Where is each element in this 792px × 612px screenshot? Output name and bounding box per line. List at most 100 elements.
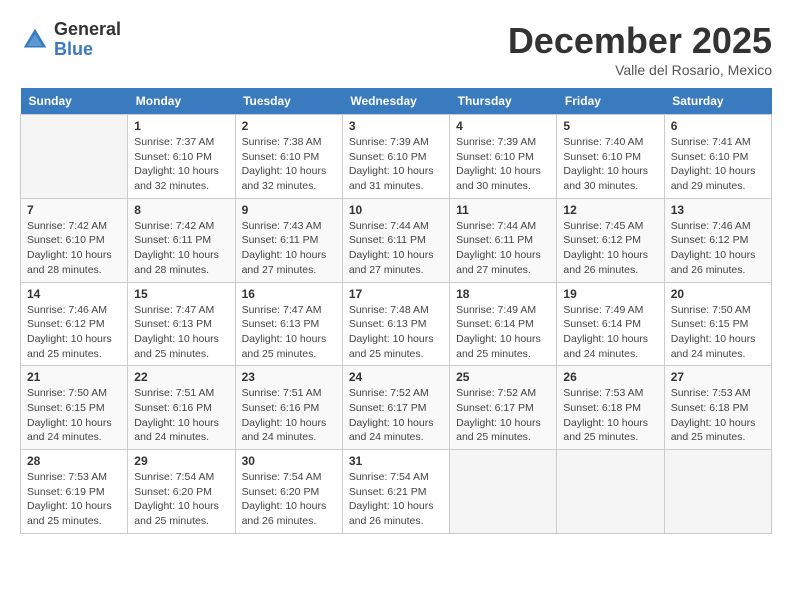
day-info: Sunrise: 7:39 AM Sunset: 6:10 PM Dayligh… [349,135,443,194]
calendar-week-row: 21 Sunrise: 7:50 AM Sunset: 6:15 PM Dayli… [21,366,772,450]
day-info: Sunrise: 7:44 AM Sunset: 6:11 PM Dayligh… [456,219,550,278]
day-info: Sunrise: 7:46 AM Sunset: 6:12 PM Dayligh… [671,219,765,278]
day-number: 1 [134,119,228,133]
calendar-cell: 1 Sunrise: 7:37 AM Sunset: 6:10 PM Daylig… [128,115,235,199]
calendar-cell: 14 Sunrise: 7:46 AM Sunset: 6:12 PM Dayli… [21,282,128,366]
calendar-cell: 28Sunrise: 7:53 AM Sunset: 6:19 PM Dayli… [21,450,128,534]
calendar-cell: 18 Sunrise: 7:49 AM Sunset: 6:14 PM Dayli… [450,282,557,366]
location: Valle del Rosario, Mexico [508,62,772,78]
col-header-saturday: Saturday [664,88,771,115]
day-number: 29 [134,454,228,468]
logo-icon [20,25,50,55]
calendar-cell: 3 Sunrise: 7:39 AM Sunset: 6:10 PM Daylig… [342,115,449,199]
calendar-cell: 2 Sunrise: 7:38 AM Sunset: 6:10 PM Daylig… [235,115,342,199]
day-info: Sunrise: 7:46 AM Sunset: 6:12 PM Dayligh… [27,303,121,362]
day-info: Sunrise: 7:51 AM Sunset: 6:16 PM Dayligh… [134,386,228,445]
day-number: 4 [456,119,550,133]
day-info: Sunrise: 7:53 AM Sunset: 6:18 PM Dayligh… [671,386,765,445]
day-number: 9 [242,203,336,217]
day-info: Sunrise: 7:37 AM Sunset: 6:10 PM Dayligh… [134,135,228,194]
calendar-cell: 20 Sunrise: 7:50 AM Sunset: 6:15 PM Dayli… [664,282,771,366]
day-number: 21 [27,370,121,384]
calendar-week-row: 7Sunrise: 7:42 AM Sunset: 6:10 PM Daylig… [21,198,772,282]
logo-blue: Blue [54,40,121,60]
calendar-cell [557,450,664,534]
day-info: Sunrise: 7:50 AM Sunset: 6:15 PM Dayligh… [27,386,121,445]
page-header: General Blue December 2025 Valle del Ros… [20,20,772,78]
col-header-tuesday: Tuesday [235,88,342,115]
day-info: Sunrise: 7:50 AM Sunset: 6:15 PM Dayligh… [671,303,765,362]
logo-general: General [54,20,121,40]
day-number: 17 [349,287,443,301]
calendar: SundayMondayTuesdayWednesdayThursdayFrid… [20,88,772,534]
title-area: December 2025 Valle del Rosario, Mexico [508,20,772,78]
day-info: Sunrise: 7:52 AM Sunset: 6:17 PM Dayligh… [349,386,443,445]
calendar-cell: 24 Sunrise: 7:52 AM Sunset: 6:17 PM Dayli… [342,366,449,450]
calendar-cell [450,450,557,534]
day-number: 15 [134,287,228,301]
calendar-cell: 6Sunrise: 7:41 AM Sunset: 6:10 PM Daylig… [664,115,771,199]
calendar-cell: 13Sunrise: 7:46 AM Sunset: 6:12 PM Dayli… [664,198,771,282]
day-number: 12 [563,203,657,217]
calendar-week-row: 14 Sunrise: 7:46 AM Sunset: 6:12 PM Dayli… [21,282,772,366]
day-number: 24 [349,370,443,384]
day-number: 20 [671,287,765,301]
day-number: 31 [349,454,443,468]
calendar-cell: 11 Sunrise: 7:44 AM Sunset: 6:11 PM Dayli… [450,198,557,282]
day-number: 16 [242,287,336,301]
calendar-cell: 8Sunrise: 7:42 AM Sunset: 6:11 PM Daylig… [128,198,235,282]
day-number: 27 [671,370,765,384]
calendar-cell: 7Sunrise: 7:42 AM Sunset: 6:10 PM Daylig… [21,198,128,282]
calendar-cell: 21 Sunrise: 7:50 AM Sunset: 6:15 PM Dayli… [21,366,128,450]
calendar-cell: 5 Sunrise: 7:40 AM Sunset: 6:10 PM Daylig… [557,115,664,199]
day-info: Sunrise: 7:41 AM Sunset: 6:10 PM Dayligh… [671,135,765,194]
day-number: 2 [242,119,336,133]
day-info: Sunrise: 7:48 AM Sunset: 6:13 PM Dayligh… [349,303,443,362]
logo-text: General Blue [54,20,121,60]
calendar-cell: 19Sunrise: 7:49 AM Sunset: 6:14 PM Dayli… [557,282,664,366]
day-info: Sunrise: 7:39 AM Sunset: 6:10 PM Dayligh… [456,135,550,194]
calendar-cell: 26 Sunrise: 7:53 AM Sunset: 6:18 PM Dayli… [557,366,664,450]
day-number: 30 [242,454,336,468]
calendar-week-row: 1 Sunrise: 7:37 AM Sunset: 6:10 PM Daylig… [21,115,772,199]
day-number: 28 [27,454,121,468]
day-number: 14 [27,287,121,301]
calendar-cell: 10Sunrise: 7:44 AM Sunset: 6:11 PM Dayli… [342,198,449,282]
day-info: Sunrise: 7:38 AM Sunset: 6:10 PM Dayligh… [242,135,336,194]
col-header-thursday: Thursday [450,88,557,115]
calendar-cell: 12 Sunrise: 7:45 AM Sunset: 6:12 PM Dayli… [557,198,664,282]
calendar-cell: 31 Sunrise: 7:54 AM Sunset: 6:21 PM Dayli… [342,450,449,534]
day-number: 25 [456,370,550,384]
calendar-cell: 22 Sunrise: 7:51 AM Sunset: 6:16 PM Dayli… [128,366,235,450]
calendar-cell: 27 Sunrise: 7:53 AM Sunset: 6:18 PM Dayli… [664,366,771,450]
logo: General Blue [20,20,121,60]
day-info: Sunrise: 7:49 AM Sunset: 6:14 PM Dayligh… [456,303,550,362]
day-info: Sunrise: 7:49 AM Sunset: 6:14 PM Dayligh… [563,303,657,362]
day-info: Sunrise: 7:43 AM Sunset: 6:11 PM Dayligh… [242,219,336,278]
calendar-week-row: 28Sunrise: 7:53 AM Sunset: 6:19 PM Dayli… [21,450,772,534]
day-number: 11 [456,203,550,217]
day-number: 18 [456,287,550,301]
day-info: Sunrise: 7:52 AM Sunset: 6:17 PM Dayligh… [456,386,550,445]
day-info: Sunrise: 7:45 AM Sunset: 6:12 PM Dayligh… [563,219,657,278]
col-header-monday: Monday [128,88,235,115]
day-info: Sunrise: 7:54 AM Sunset: 6:20 PM Dayligh… [242,470,336,529]
day-number: 26 [563,370,657,384]
day-info: Sunrise: 7:54 AM Sunset: 6:21 PM Dayligh… [349,470,443,529]
day-info: Sunrise: 7:53 AM Sunset: 6:18 PM Dayligh… [563,386,657,445]
day-number: 22 [134,370,228,384]
calendar-cell [664,450,771,534]
day-info: Sunrise: 7:40 AM Sunset: 6:10 PM Dayligh… [563,135,657,194]
calendar-cell [21,115,128,199]
calendar-cell: 23Sunrise: 7:51 AM Sunset: 6:16 PM Dayli… [235,366,342,450]
day-number: 7 [27,203,121,217]
day-info: Sunrise: 7:42 AM Sunset: 6:11 PM Dayligh… [134,219,228,278]
calendar-cell: 25 Sunrise: 7:52 AM Sunset: 6:17 PM Dayli… [450,366,557,450]
calendar-cell: 17 Sunrise: 7:48 AM Sunset: 6:13 PM Dayli… [342,282,449,366]
day-number: 3 [349,119,443,133]
day-number: 5 [563,119,657,133]
day-info: Sunrise: 7:47 AM Sunset: 6:13 PM Dayligh… [134,303,228,362]
month-title: December 2025 [508,20,772,62]
calendar-cell: 30 Sunrise: 7:54 AM Sunset: 6:20 PM Dayli… [235,450,342,534]
day-info: Sunrise: 7:54 AM Sunset: 6:20 PM Dayligh… [134,470,228,529]
